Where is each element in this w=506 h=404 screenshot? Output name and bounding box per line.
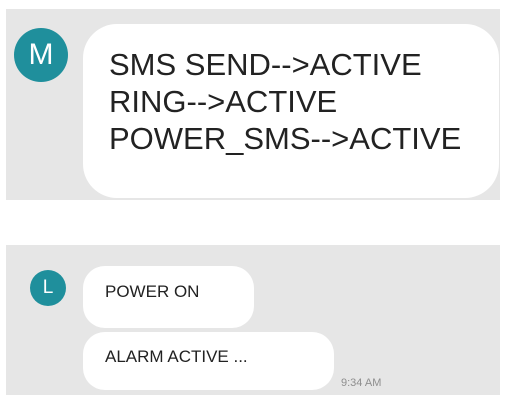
message-bubble-status[interactable]: SMS SEND-->ACTIVE RING-->ACTIVE POWER_SM… — [83, 24, 499, 198]
sender-avatar-m[interactable]: M — [14, 28, 68, 82]
sender-avatar-l[interactable]: L — [30, 270, 66, 306]
message-group-bottom: L POWER ON ALARM ACTIVE ... 9:34 AM — [6, 245, 500, 395]
message-line-power-sms: POWER_SMS-->ACTIVE — [109, 121, 462, 156]
message-timestamp: 9:34 AM — [341, 377, 382, 389]
message-line-ring: RING-->ACTIVE — [109, 84, 338, 119]
message-line-sms-send: SMS SEND-->ACTIVE — [109, 47, 422, 82]
message-bubble-alarm[interactable]: ALARM ACTIVE ... — [83, 332, 334, 390]
message-bubble-power-on[interactable]: POWER ON — [83, 266, 254, 328]
message-group-top: M SMS SEND-->ACTIVE RING-->ACTIVE POWER_… — [6, 9, 500, 200]
